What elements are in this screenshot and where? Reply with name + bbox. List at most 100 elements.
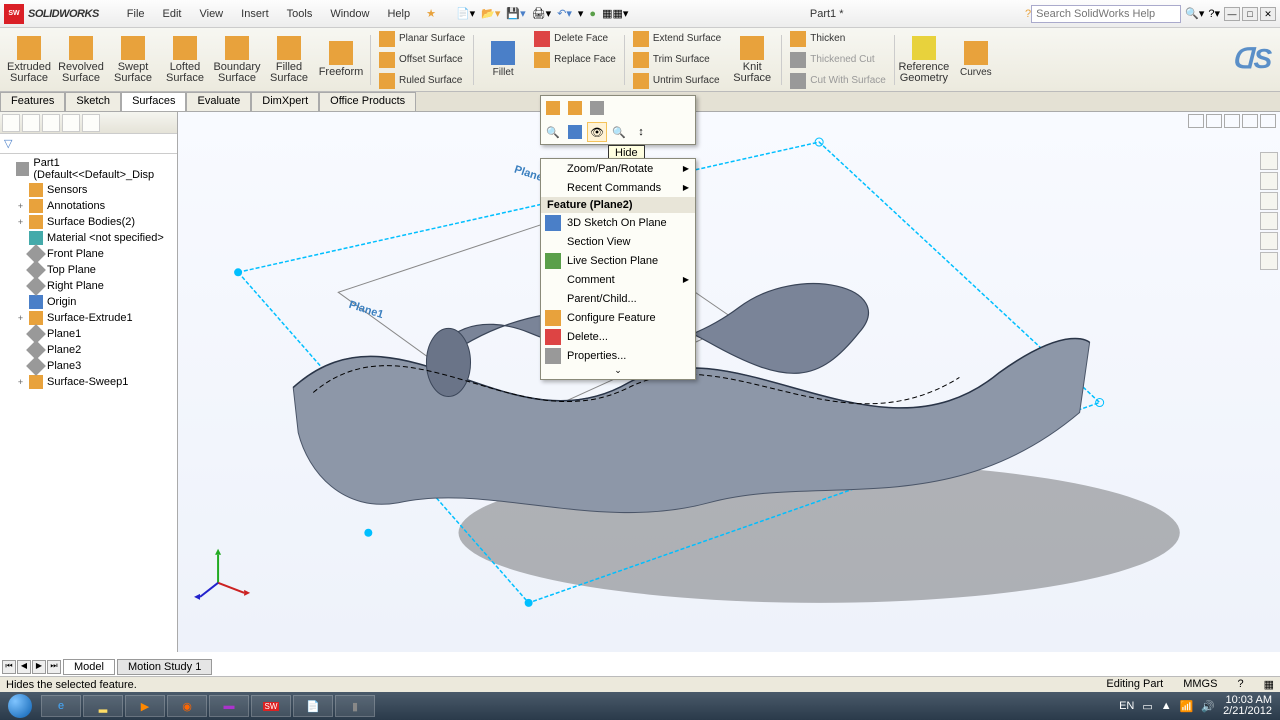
tree-sensors[interactable]: Sensors xyxy=(0,182,177,198)
help2-icon[interactable]: ?▾ xyxy=(1208,7,1220,20)
tab-nav-first-icon[interactable]: ⏮ xyxy=(2,660,16,674)
taskbar-ie-icon[interactable]: e xyxy=(41,695,81,717)
tree-plane3[interactable]: Plane3 xyxy=(0,358,177,374)
taskpane-library-icon[interactable] xyxy=(1260,172,1278,190)
status-options-icon[interactable]: ▦ xyxy=(1264,678,1274,691)
tree-plane1[interactable]: Plane1 xyxy=(0,326,177,342)
viewport-max-icon[interactable] xyxy=(1242,114,1258,128)
save-icon[interactable]: 💾▾ xyxy=(506,7,525,20)
select-icon[interactable]: ▾ xyxy=(578,7,584,20)
ctx-configure-feature[interactable]: Configure Feature xyxy=(541,308,695,327)
tree-front-plane[interactable]: Front Plane xyxy=(0,246,177,262)
ctx-edit-sketch-icon[interactable] xyxy=(565,98,585,118)
taskbar-app2-icon[interactable]: ▮ xyxy=(335,695,375,717)
tree-surface-bodies[interactable]: +Surface Bodies(2) xyxy=(0,214,177,230)
tree-tab-display-icon[interactable] xyxy=(82,114,100,132)
tab-dimxpert[interactable]: DimXpert xyxy=(251,92,319,111)
curves-button[interactable]: Curves xyxy=(951,31,1001,89)
ctx-recent-commands[interactable]: Recent Commands▶ xyxy=(541,178,695,197)
ctx-expand-icon[interactable]: ⌄ xyxy=(541,365,695,379)
tree-root[interactable]: Part1 (Default<<Default>_Disp xyxy=(0,156,177,182)
ctx-rollback-icon[interactable]: ↕ xyxy=(631,122,651,142)
reference-geometry-button[interactable]: ReferenceGeometry xyxy=(899,31,949,89)
viewport-close-icon[interactable] xyxy=(1260,114,1276,128)
taskpane-appearance-icon[interactable] xyxy=(1260,232,1278,250)
trim-surface-button[interactable]: Trim Surface xyxy=(629,50,725,69)
ctx-zoom-icon[interactable]: 🔍 xyxy=(543,122,563,142)
tray-volume-icon[interactable]: 🔊 xyxy=(1201,700,1215,713)
cut-with-surface-button[interactable]: Cut With Surface xyxy=(786,71,890,90)
new-icon[interactable]: 📄▾ xyxy=(456,7,475,20)
menu-tools[interactable]: Tools xyxy=(279,5,321,23)
planar-surface-button[interactable]: Planar Surface xyxy=(375,29,469,48)
taskbar-notes-icon[interactable]: 📄 xyxy=(293,695,333,717)
ruled-surface-button[interactable]: Ruled Surface xyxy=(375,71,469,90)
taskbar-explorer-icon[interactable]: ▂ xyxy=(83,695,123,717)
options2-icon[interactable]: ▦▾ xyxy=(612,7,628,20)
maximize-button[interactable]: □ xyxy=(1242,7,1258,21)
tab-surfaces[interactable]: Surfaces xyxy=(121,92,186,111)
tree-origin[interactable]: Origin xyxy=(0,294,177,310)
ctx-hide-icon[interactable]: 👁 xyxy=(587,122,607,142)
status-units[interactable]: MMGS xyxy=(1183,678,1217,691)
search-input[interactable] xyxy=(1031,5,1181,23)
ctx-parent-child[interactable]: Parent/Child... xyxy=(541,289,695,308)
taskbar-solidworks-icon[interactable]: SW xyxy=(251,695,291,717)
tab-nav-last-icon[interactable]: ⏭ xyxy=(47,660,61,674)
taskbar-firefox-icon[interactable]: ◉ xyxy=(167,695,207,717)
menu-edit[interactable]: Edit xyxy=(155,5,190,23)
filled-surface-button[interactable]: FilledSurface xyxy=(264,31,314,89)
ctx-properties[interactable]: Properties... xyxy=(541,346,695,365)
taskpane-view-icon[interactable] xyxy=(1260,212,1278,230)
ctx-appearance-icon[interactable]: 🔍 xyxy=(609,122,629,142)
tab-nav-next-icon[interactable]: ▶ xyxy=(32,660,46,674)
open-icon[interactable]: 📂▾ xyxy=(481,7,500,20)
tree-surface-sweep1[interactable]: +Surface-Sweep1 xyxy=(0,374,177,390)
taskbar-app1-icon[interactable]: ▬ xyxy=(209,695,249,717)
ctx-3d-sketch[interactable]: 3D Sketch On Plane xyxy=(541,213,695,232)
thicken-button[interactable]: Thicken xyxy=(786,29,890,48)
delete-face-button[interactable]: Delete Face xyxy=(530,29,620,48)
help-icon[interactable]: ★ xyxy=(426,7,436,20)
tree-surface-extrude1[interactable]: +Surface-Extrude1 xyxy=(0,310,177,326)
tray-lang[interactable]: EN xyxy=(1119,700,1134,712)
tree-top-plane[interactable]: Top Plane xyxy=(0,262,177,278)
tree-annotations[interactable]: +Annotations xyxy=(0,198,177,214)
tree-tab-property-icon[interactable] xyxy=(22,114,40,132)
tree-tab-feature-icon[interactable] xyxy=(2,114,20,132)
taskpane-properties-icon[interactable] xyxy=(1260,252,1278,270)
untrim-surface-button[interactable]: Untrim Surface xyxy=(629,71,725,90)
viewport-min-icon[interactable] xyxy=(1224,114,1240,128)
ctx-live-section[interactable]: Live Section Plane xyxy=(541,251,695,270)
ctx-normal-to-icon[interactable] xyxy=(565,122,585,142)
options-icon[interactable]: ▦ xyxy=(602,7,612,20)
ctx-zoom-pan-rotate[interactable]: Zoom/Pan/Rotate▶ xyxy=(541,159,695,178)
tray-flag-icon[interactable]: ▭ xyxy=(1142,700,1152,713)
fillet-button[interactable]: Fillet xyxy=(478,31,528,89)
tray-clock[interactable]: 10:03 AM2/21/2012 xyxy=(1223,695,1272,717)
lofted-surface-button[interactable]: LoftedSurface xyxy=(160,31,210,89)
tree-right-plane[interactable]: Right Plane xyxy=(0,278,177,294)
viewport-single-icon[interactable] xyxy=(1188,114,1204,128)
taskbar-media-icon[interactable]: ▶ xyxy=(125,695,165,717)
tree-material[interactable]: Material <not specified> xyxy=(0,230,177,246)
search-icon[interactable]: 🔍▾ xyxy=(1185,7,1204,20)
menu-file[interactable]: File xyxy=(119,5,153,23)
freeform-button[interactable]: Freeform xyxy=(316,31,366,89)
menu-view[interactable]: View xyxy=(191,5,231,23)
tab-office-products[interactable]: Office Products xyxy=(319,92,416,111)
ctx-delete[interactable]: Delete... xyxy=(541,327,695,346)
knit-surface-button[interactable]: KnitSurface xyxy=(727,31,777,89)
filter-icon[interactable]: ▽ xyxy=(4,137,12,150)
rebuild-icon[interactable]: ● xyxy=(589,8,596,20)
offset-surface-button[interactable]: Offset Surface xyxy=(375,50,469,69)
swept-surface-button[interactable]: SweptSurface xyxy=(108,31,158,89)
tab-evaluate[interactable]: Evaluate xyxy=(186,92,251,111)
ctx-edit-feature-icon[interactable] xyxy=(543,98,563,118)
close-button[interactable]: ✕ xyxy=(1260,7,1276,21)
tab-nav-prev-icon[interactable]: ◀ xyxy=(17,660,31,674)
ctx-suppress-icon[interactable] xyxy=(587,98,607,118)
taskpane-explorer-icon[interactable] xyxy=(1260,192,1278,210)
ctx-comment[interactable]: Comment▶ xyxy=(541,270,695,289)
tab-motion-study[interactable]: Motion Study 1 xyxy=(117,659,212,675)
